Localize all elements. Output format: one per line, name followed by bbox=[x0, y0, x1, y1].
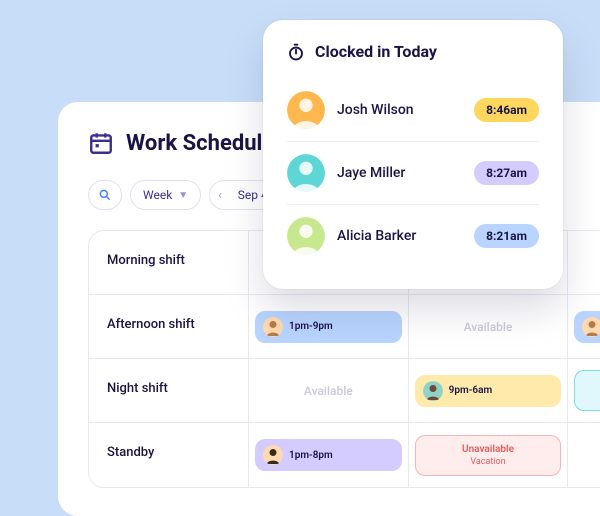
grid-row: Standby 1pm-8pm Unavailable Vacation Ava… bbox=[89, 423, 600, 487]
grid-cell[interactable]: 9pm-6am bbox=[409, 359, 569, 422]
shift-chip[interactable]: 9pm-6am bbox=[415, 375, 562, 407]
grid-cell[interactable]: Available bbox=[249, 359, 409, 422]
calendar-icon bbox=[88, 130, 114, 156]
available-label: Available bbox=[464, 320, 513, 334]
available-label: Available bbox=[304, 384, 353, 398]
avatar bbox=[287, 217, 325, 255]
grid-cell[interactable]: Available bbox=[568, 423, 600, 487]
grid-cell[interactable]: 1pm-9pm bbox=[568, 295, 600, 358]
grid-cell[interactable]: Unavailable Vacation bbox=[409, 423, 569, 487]
shift-chip[interactable]: 1pm-9pm bbox=[255, 311, 402, 343]
search-button[interactable] bbox=[88, 180, 122, 210]
prefers-sub: All day bbox=[583, 392, 600, 402]
unavailable-title: Unavailable bbox=[424, 444, 553, 455]
stopwatch-icon bbox=[287, 43, 305, 61]
person-row[interactable]: Alicia Barker 8:21am bbox=[287, 205, 539, 267]
person-row[interactable]: Jaye Miller 8:27am bbox=[287, 142, 539, 205]
prefers-title: Prefers to work bbox=[583, 379, 600, 390]
person-name: Jaye Miller bbox=[337, 165, 474, 181]
shift-chip[interactable]: 1pm-8pm bbox=[255, 439, 402, 471]
time-badge: 8:21am bbox=[474, 224, 539, 248]
person-name: Josh Wilson bbox=[337, 102, 474, 118]
avatar bbox=[423, 381, 443, 401]
person-name: Alicia Barker bbox=[337, 228, 474, 244]
chevron-down-icon: ▼ bbox=[178, 190, 188, 201]
avatar bbox=[263, 445, 283, 465]
grid-cell[interactable]: Available bbox=[409, 295, 569, 358]
row-label: Night shift bbox=[89, 359, 249, 422]
row-label: Afternoon shift bbox=[89, 295, 249, 358]
shift-time: 9pm-6am bbox=[449, 385, 492, 396]
grid-cell[interactable]: 1pm-8pm bbox=[249, 423, 409, 487]
avatar bbox=[582, 317, 600, 337]
unavailable-box[interactable]: Unavailable Vacation bbox=[415, 435, 562, 476]
period-label: Week bbox=[143, 188, 172, 202]
unavailable-sub: Vacation bbox=[424, 457, 553, 467]
grid-row: Afternoon shift 1pm-9pm Available 1pm-9p… bbox=[89, 295, 600, 359]
grid-row: Night shift Available 9pm-6am Prefers to… bbox=[89, 359, 600, 423]
grid-cell[interactable]: 1pm-9pm bbox=[249, 295, 409, 358]
period-dropdown[interactable]: Week ▼ bbox=[130, 180, 201, 210]
search-icon bbox=[98, 188, 112, 202]
avatar bbox=[287, 154, 325, 192]
person-row[interactable]: Josh Wilson 8:46am bbox=[287, 79, 539, 142]
grid-cell[interactable]: Prefers to work All day bbox=[568, 359, 600, 422]
avatar bbox=[263, 317, 283, 337]
clocked-header: Clocked in Today bbox=[287, 42, 539, 61]
shift-time: 1pm-8pm bbox=[289, 450, 333, 461]
clocked-title: Clocked in Today bbox=[315, 42, 437, 61]
avatar bbox=[287, 91, 325, 129]
prev-button[interactable]: ‹ bbox=[210, 188, 230, 202]
time-badge: 8:27am bbox=[474, 161, 539, 185]
schedule-title: Work Schedule bbox=[126, 131, 274, 156]
time-badge: 8:46am bbox=[474, 98, 539, 122]
shift-time: 1pm-9pm bbox=[289, 321, 333, 332]
grid-cell[interactable] bbox=[568, 231, 600, 294]
row-label: Morning shift bbox=[89, 231, 249, 294]
shift-chip[interactable]: 1pm-9pm bbox=[574, 311, 600, 343]
clocked-in-card: Clocked in Today Josh Wilson 8:46am Jaye… bbox=[263, 20, 563, 289]
prefers-box[interactable]: Prefers to work All day bbox=[574, 370, 600, 411]
row-label: Standby bbox=[89, 423, 249, 487]
